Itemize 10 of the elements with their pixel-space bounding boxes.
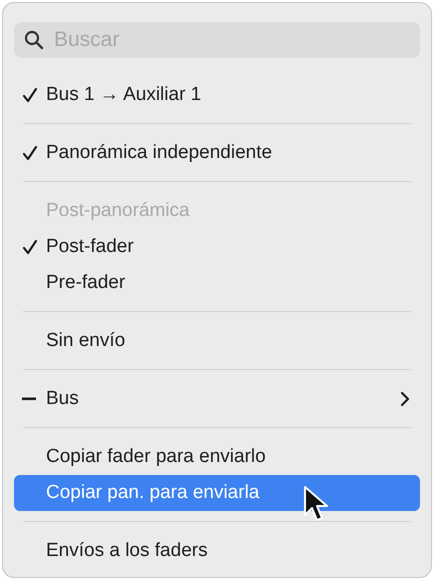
menu-item[interactable]: Pre-fader — [14, 265, 420, 301]
menu-item[interactable]: Envíos a los faders — [14, 533, 420, 569]
menu-item[interactable]: Bus 1 → Auxiliar 1 — [14, 77, 420, 113]
menu-item[interactable]: Bus — [14, 381, 420, 417]
cursor-icon — [303, 485, 331, 523]
menu-item[interactable]: Copiar pan. para enviarla — [14, 475, 420, 511]
menu-item[interactable]: Copiar fader para enviarlo — [14, 439, 420, 475]
menu-item[interactable]: Post-fader — [14, 229, 420, 265]
menu-item[interactable]: Sin envío — [14, 323, 420, 359]
menu-item[interactable]: Panorámica independiente — [14, 135, 420, 171]
